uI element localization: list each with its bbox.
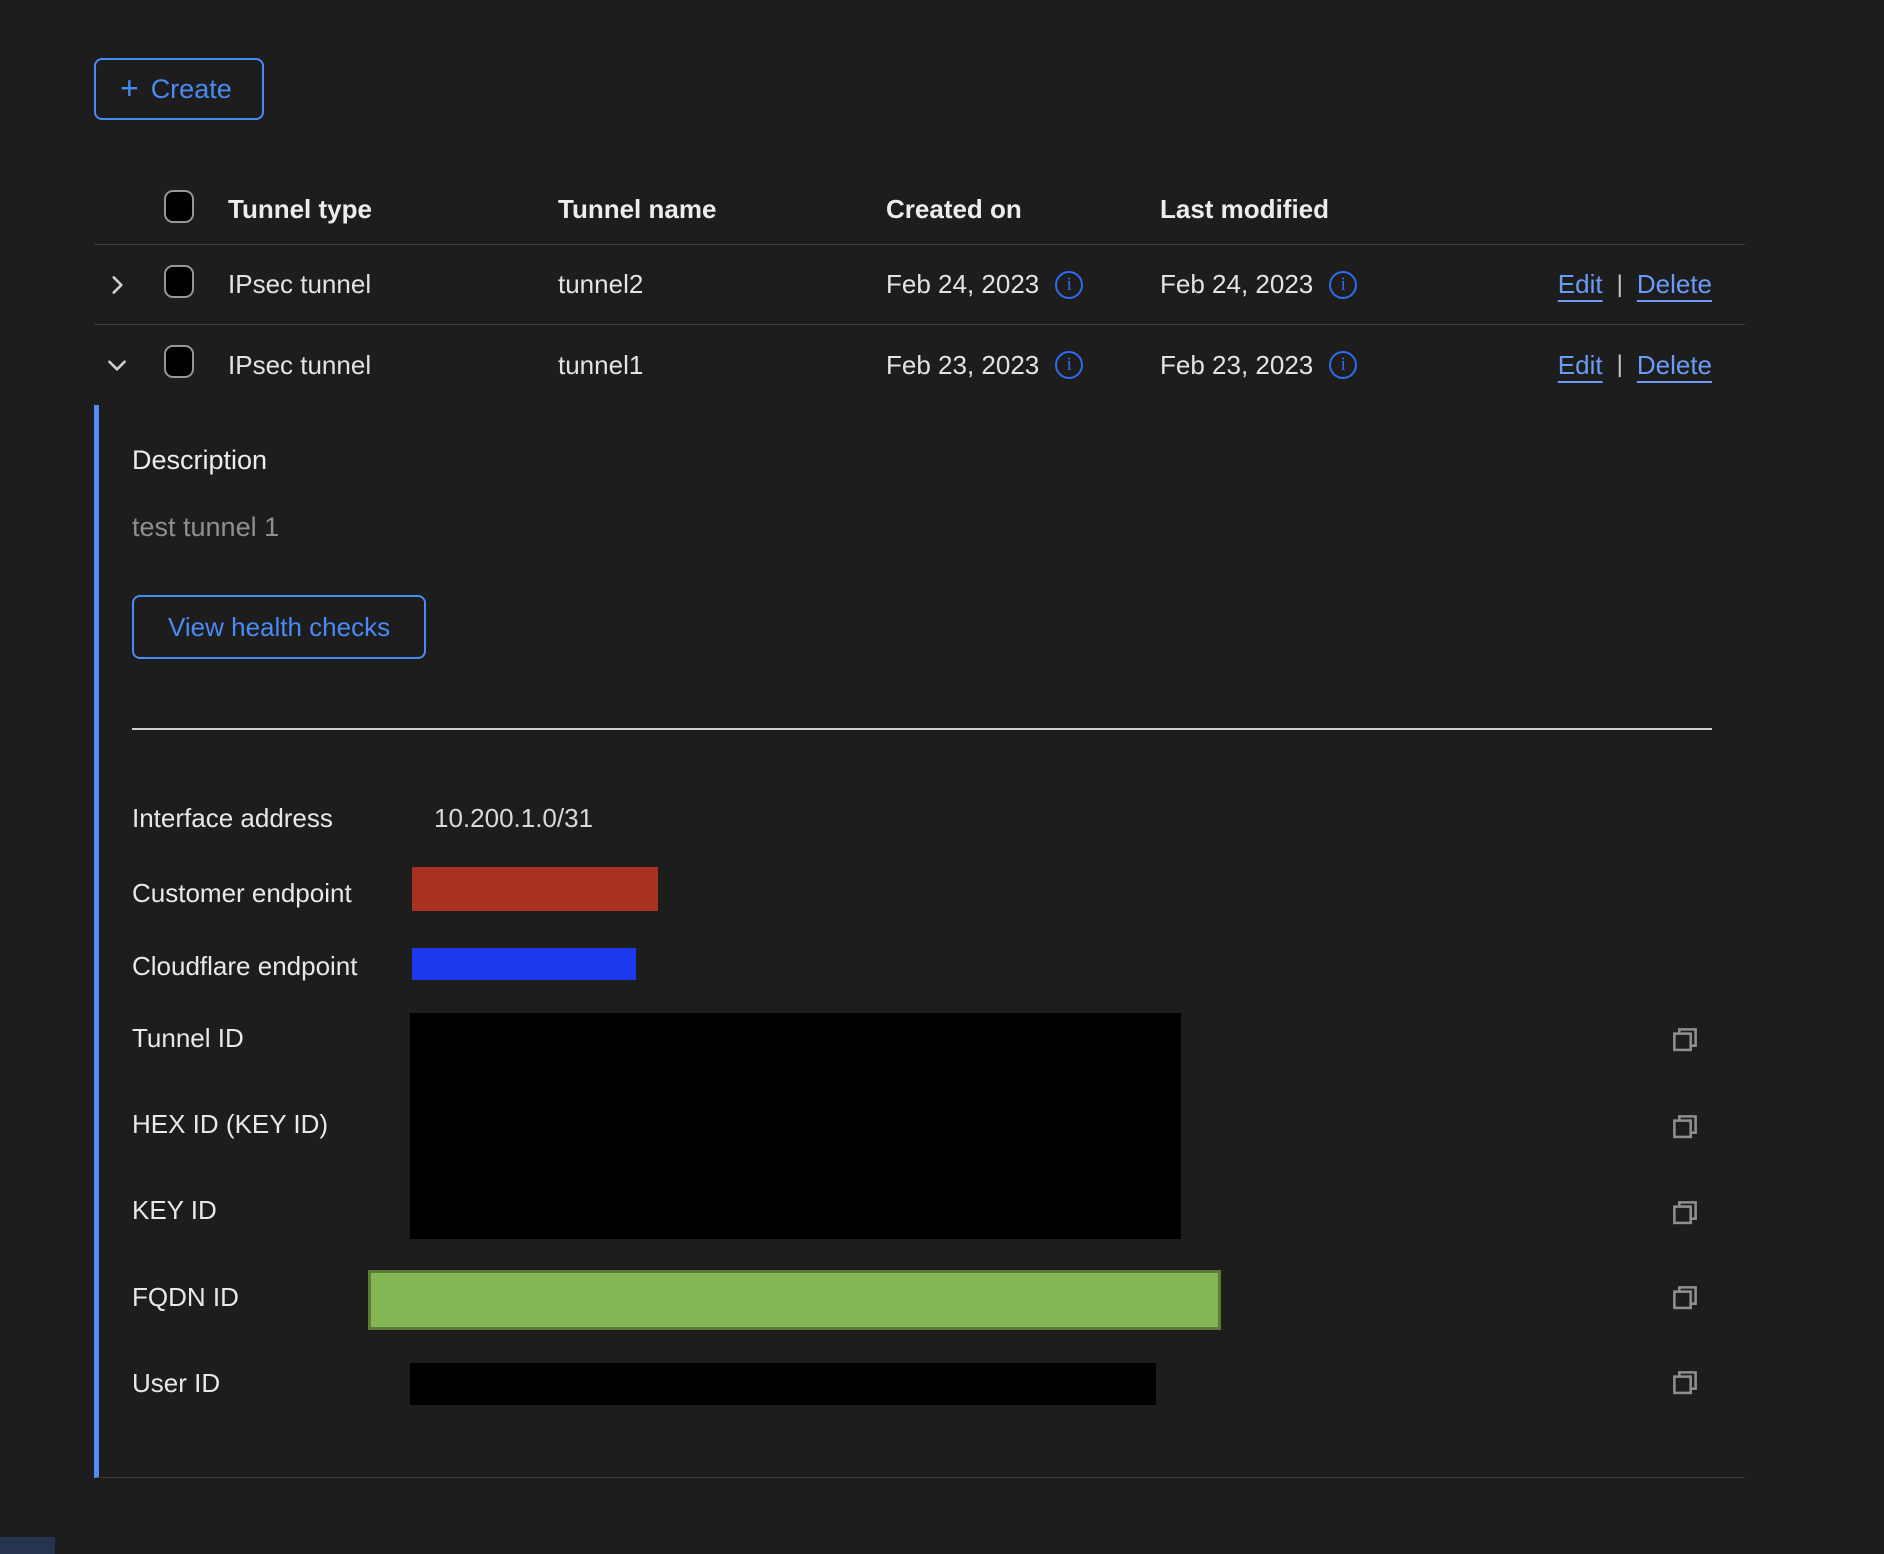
row-checkbox[interactable] [164, 265, 194, 298]
actions-separator: | [1617, 271, 1623, 299]
tunnel-type-cell: IPsec tunnel [228, 350, 558, 381]
copy-tunnel-id-button[interactable] [1668, 1023, 1702, 1057]
key-id-label: KEY ID [132, 1190, 217, 1230]
header-last-modified: Last modified [1160, 194, 1466, 225]
copy-icon [1668, 1023, 1702, 1057]
row-checkbox[interactable] [164, 345, 194, 378]
edit-link[interactable]: Edit [1558, 350, 1603, 381]
plus-icon: + [120, 72, 139, 104]
copy-icon [1668, 1281, 1702, 1315]
info-icon[interactable]: i [1055, 351, 1083, 379]
fqdn-id-label: FQDN ID [132, 1277, 239, 1317]
delete-link[interactable]: Delete [1637, 350, 1712, 381]
select-all-checkbox[interactable] [164, 190, 194, 223]
created-on-cell: Feb 24, 2023 [886, 269, 1039, 300]
hex-id-label: HEX ID (KEY ID) [132, 1104, 328, 1144]
tunnel-table: Tunnel type Tunnel name Created on Last … [94, 175, 1745, 405]
info-icon[interactable]: i [1329, 351, 1357, 379]
panel-divider [132, 728, 1712, 730]
copy-icon [1668, 1110, 1702, 1144]
tunnel-id-label: Tunnel ID [132, 1018, 244, 1058]
ids-redacted-values [410, 1013, 1181, 1239]
copy-hex-id-button[interactable] [1668, 1110, 1702, 1144]
created-on-cell: Feb 23, 2023 [886, 350, 1039, 381]
tunnel-type-cell: IPsec tunnel [228, 269, 558, 300]
header-tunnel-name: Tunnel name [558, 194, 886, 225]
table-row: IPsec tunnel tunnel2 Feb 24, 2023 i Feb … [94, 245, 1745, 325]
header-tunnel-type: Tunnel type [228, 194, 558, 225]
create-button-label: Create [151, 74, 232, 105]
chevron-down-icon [104, 352, 130, 378]
tunnel-name-cell: tunnel2 [558, 269, 886, 300]
copy-key-id-button[interactable] [1668, 1196, 1702, 1230]
cloudflare-endpoint-label: Cloudflare endpoint [132, 946, 358, 986]
tunnel-detail-panel: Description test tunnel 1 View health ch… [94, 405, 1745, 1478]
user-id-label: User ID [132, 1363, 220, 1403]
copy-fqdn-id-button[interactable] [1668, 1281, 1702, 1315]
interface-address-label: Interface address [132, 798, 333, 838]
description-label: Description [132, 440, 267, 480]
customer-endpoint-label: Customer endpoint [132, 873, 352, 913]
copy-icon [1668, 1196, 1702, 1230]
copy-user-id-button[interactable] [1668, 1366, 1702, 1400]
cloudflare-endpoint-redacted-value [412, 948, 636, 980]
fqdn-id-redacted-value [368, 1270, 1221, 1330]
expand-row-button[interactable] [104, 272, 130, 298]
table-header-row: Tunnel type Tunnel name Created on Last … [94, 175, 1745, 245]
last-modified-cell: Feb 24, 2023 [1160, 269, 1313, 300]
view-health-checks-button[interactable]: View health checks [132, 595, 426, 659]
user-id-redacted-value [410, 1363, 1156, 1405]
chevron-right-icon [104, 272, 130, 298]
bottom-edge-strip [0, 1537, 55, 1554]
description-value: test tunnel 1 [132, 512, 279, 543]
info-icon[interactable]: i [1055, 271, 1083, 299]
interface-address-value: 10.200.1.0/31 [434, 798, 593, 838]
tunnel-name-cell: tunnel1 [558, 350, 886, 381]
create-button[interactable]: + Create [94, 58, 264, 120]
table-row: IPsec tunnel tunnel1 Feb 23, 2023 i Feb … [94, 325, 1745, 405]
edit-link[interactable]: Edit [1558, 269, 1603, 300]
header-created-on: Created on [886, 194, 1160, 225]
collapse-row-button[interactable] [104, 352, 130, 378]
view-health-checks-label: View health checks [168, 612, 390, 643]
info-icon[interactable]: i [1329, 271, 1357, 299]
copy-icon [1668, 1366, 1702, 1400]
last-modified-cell: Feb 23, 2023 [1160, 350, 1313, 381]
actions-separator: | [1617, 351, 1623, 379]
delete-link[interactable]: Delete [1637, 269, 1712, 300]
customer-endpoint-redacted-value [412, 867, 658, 911]
